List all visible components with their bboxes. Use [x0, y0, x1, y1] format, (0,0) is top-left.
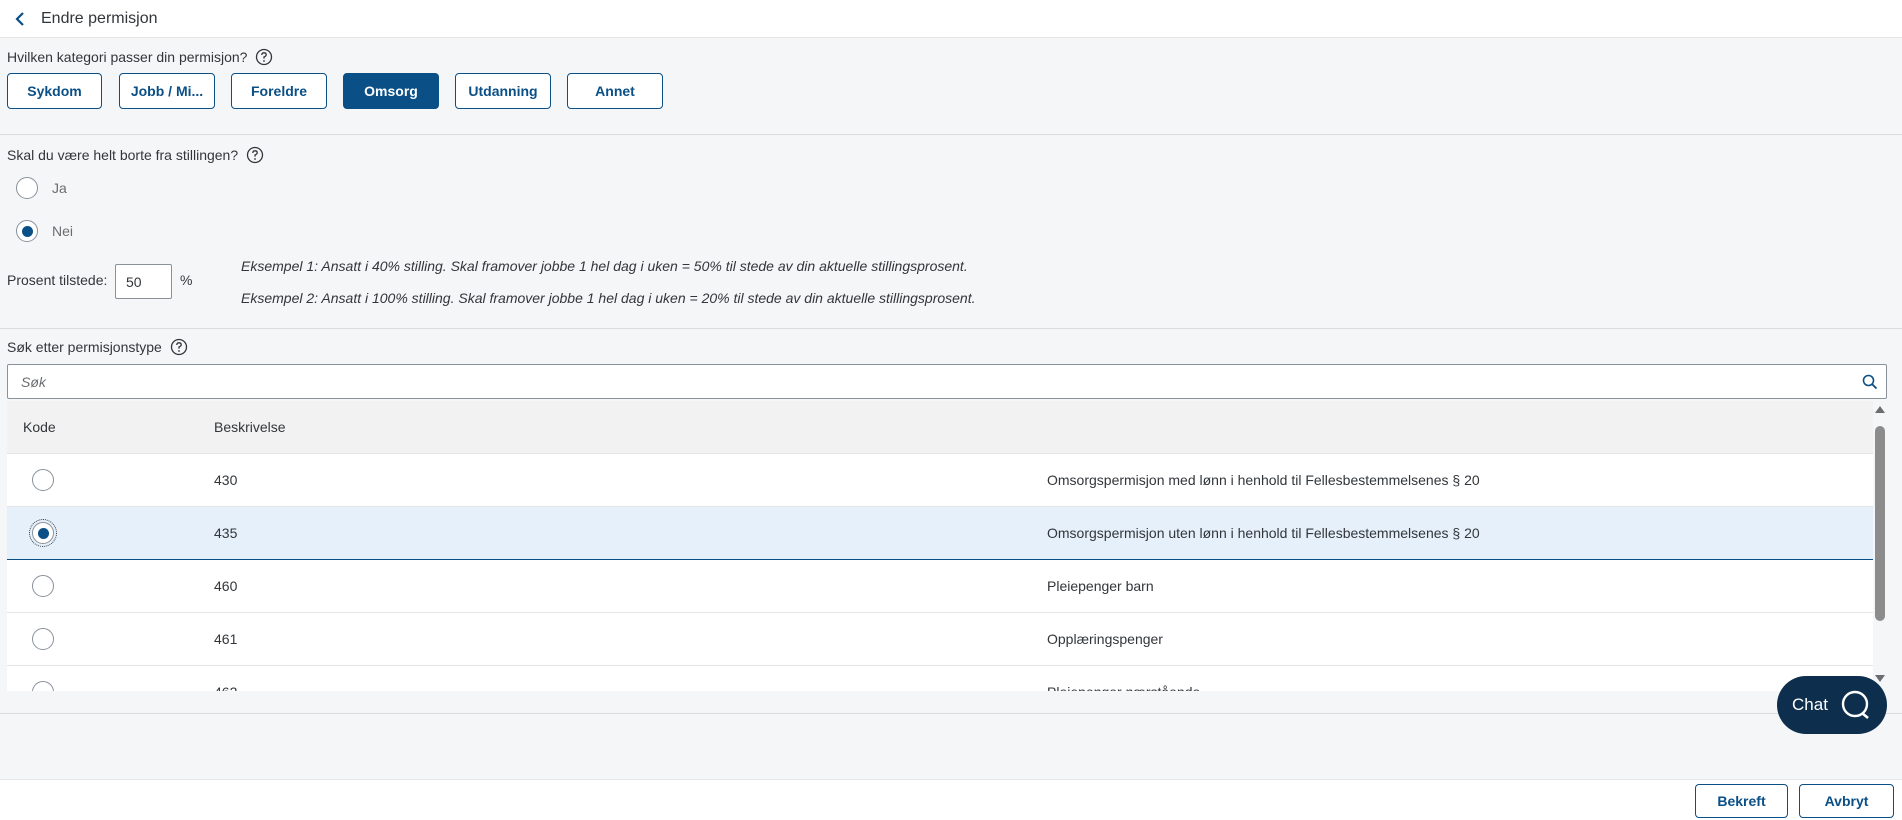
radio-button[interactable] — [16, 220, 38, 242]
cancel-button[interactable]: Avbryt — [1799, 784, 1894, 818]
back-button[interactable] — [9, 8, 31, 30]
leave-type-table: Kode Beskrivelse 430 Omsorgspermisjon med… — [7, 401, 1873, 691]
row-code: 461 — [214, 631, 238, 647]
row-radio-button[interactable] — [29, 519, 57, 547]
row-description: Omsorgspermisjon med lønn i henhold til … — [1047, 472, 1480, 488]
table-header: Kode Beskrivelse — [7, 401, 1873, 454]
row-code: 435 — [214, 525, 238, 541]
chat-bubble-icon — [1841, 690, 1869, 719]
category-question-text: Hvilken kategori passer din permisjon? — [7, 49, 248, 65]
example-1-text: Eksempel 1: Ansatt i 40% stilling. Skal … — [241, 258, 968, 274]
table-row[interactable]: 461 Opplæringspenger — [7, 613, 1873, 666]
table-row[interactable]: 435 Omsorgspermisjon uten lønn i henhold … — [7, 507, 1873, 560]
category-button-foreldre[interactable]: Foreldre — [231, 73, 327, 109]
chat-button[interactable]: Chat — [1777, 676, 1887, 734]
table-row[interactable]: 460 Pleiepenger barn — [7, 560, 1873, 613]
radio-label: Nei — [52, 223, 74, 239]
category-button-sykdom[interactable]: Sykdom — [7, 73, 102, 109]
column-header-beskrivelse[interactable]: Beskrivelse — [214, 419, 286, 435]
row-code: 430 — [214, 472, 238, 488]
scroll-up-arrow-icon[interactable] — [1875, 406, 1885, 413]
percent-input[interactable]: 50 — [115, 264, 172, 299]
category-button-jobb[interactable]: Jobb / Mi... — [119, 73, 215, 109]
category-button-utdanning[interactable]: Utdanning — [455, 73, 551, 109]
page-header: Endre permisjon — [0, 0, 1902, 38]
row-code: 460 — [214, 578, 238, 594]
table-scrollbar[interactable] — [1873, 406, 1887, 688]
row-radio-button[interactable] — [32, 681, 54, 691]
scroll-down-arrow-icon[interactable] — [1875, 675, 1885, 682]
row-description: Omsorgspermisjon uten lønn i henhold til… — [1047, 525, 1480, 541]
confirm-button[interactable]: Bekreft — [1695, 784, 1788, 818]
row-description: Pleiepenger nærstående — [1047, 684, 1200, 691]
absence-question: Skal du være helt borte fra stillingen? — [7, 146, 264, 164]
chat-label: Chat — [1792, 695, 1828, 714]
table-row[interactable]: 430 Omsorgspermisjon med lønn i henhold t… — [7, 454, 1873, 507]
row-description: Opplæringspenger — [1047, 631, 1163, 647]
column-header-kode[interactable]: Kode — [23, 419, 56, 435]
section-divider — [0, 134, 1902, 135]
search-label: Søk etter permisjonstype — [7, 338, 188, 356]
help-icon[interactable] — [255, 48, 273, 66]
absence-question-text: Skal du være helt borte fra stillingen? — [7, 147, 239, 163]
footer-bar: Bekreft Avbryt — [0, 779, 1902, 820]
help-icon[interactable] — [170, 338, 188, 356]
search-icon[interactable] — [1854, 366, 1886, 398]
category-button-annet[interactable]: Annet — [567, 73, 663, 109]
search-label-text: Søk etter permisjonstype — [7, 339, 162, 355]
radio-option-nei[interactable]: Nei — [16, 220, 73, 242]
percent-label: Prosent tilstede: — [7, 272, 108, 288]
section-divider — [0, 328, 1902, 329]
radio-label: Ja — [52, 180, 67, 196]
radio-option-ja[interactable]: Ja — [16, 177, 67, 199]
search-input[interactable]: Søk — [7, 364, 1887, 399]
table-row[interactable]: 462 Pleiepenger nærstående — [7, 666, 1873, 691]
chevron-left-icon — [15, 11, 24, 26]
category-question: Hvilken kategori passer din permisjon? — [7, 48, 273, 66]
row-radio-button[interactable] — [32, 469, 54, 491]
row-code: 462 — [214, 684, 237, 691]
category-button-omsorg[interactable]: Omsorg — [343, 73, 439, 109]
example-2-text: Eksempel 2: Ansatt i 100% stilling. Skal… — [241, 290, 976, 306]
search-placeholder: Søk — [21, 373, 46, 390]
page-title: Endre permisjon — [41, 9, 158, 27]
scroll-thumb[interactable] — [1875, 426, 1885, 621]
row-radio-button[interactable] — [32, 628, 54, 650]
radio-button[interactable] — [16, 177, 38, 199]
help-icon[interactable] — [246, 146, 264, 164]
row-description: Pleiepenger barn — [1047, 578, 1154, 594]
row-radio-button[interactable] — [32, 575, 54, 597]
percent-unit: % — [180, 272, 193, 288]
section-divider — [0, 713, 1902, 714]
table-body: 430 Omsorgspermisjon med lønn i henhold t… — [7, 454, 1873, 691]
